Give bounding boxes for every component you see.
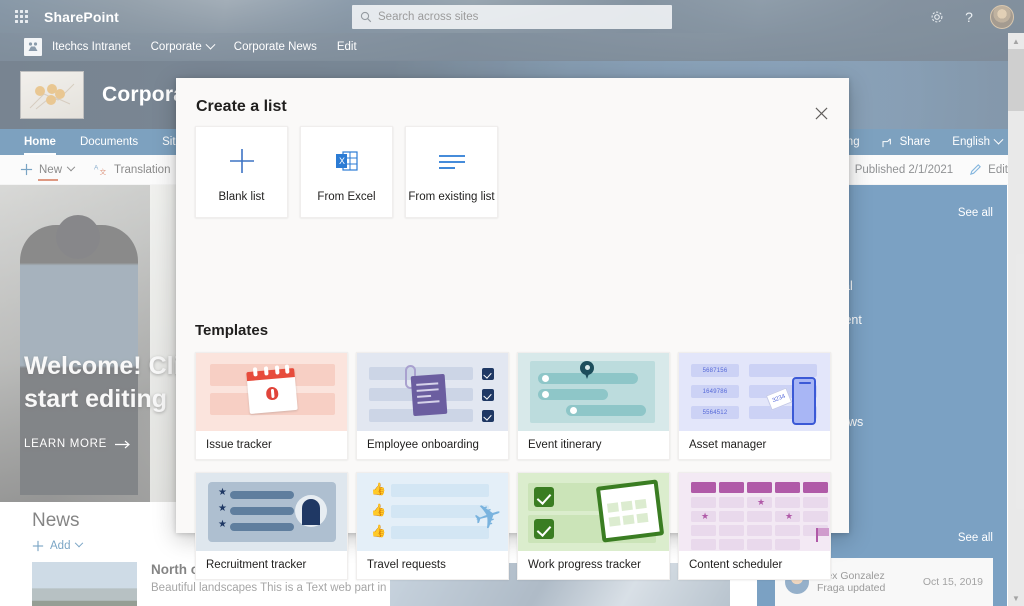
content-scheduler-art-icon: ★ ★ ★ xyxy=(679,473,830,551)
template-card-work-progress-tracker[interactable]: Work progress tracker xyxy=(517,472,670,580)
template-card-issue-tracker[interactable]: Issue tracker xyxy=(195,352,348,460)
template-label: Issue tracker xyxy=(206,439,272,451)
template-label: Asset manager xyxy=(689,439,767,451)
employee-onboarding-art-icon xyxy=(357,353,508,431)
excel-icon: X xyxy=(335,141,359,181)
thumbs-up-icon: 👍 xyxy=(371,524,386,538)
option-label: From existing list xyxy=(408,191,495,203)
svg-text:X: X xyxy=(339,156,345,166)
template-label: Work progress tracker xyxy=(528,559,641,571)
recruitment-tracker-art-icon: ★★★ xyxy=(196,473,347,551)
templates-heading: Templates xyxy=(195,322,269,339)
issue-tracker-art-icon xyxy=(196,353,347,431)
template-card-asset-manager[interactable]: 5687156 1649786 5564512 3234 Asset manag… xyxy=(678,352,831,460)
create-options-row: Blank list X From Excel From existing li… xyxy=(195,126,498,218)
templates-grid: Issue tracker Employee onboarding Event … xyxy=(195,352,831,580)
template-label: Travel requests xyxy=(367,559,446,571)
dialog-title: Create a list xyxy=(196,98,287,115)
template-card-content-scheduler[interactable]: ★ ★ ★ Content scheduler xyxy=(678,472,831,580)
thumbs-up-icon: 👍 xyxy=(371,503,386,517)
template-label: Employee onboarding xyxy=(367,439,479,451)
travel-requests-art-icon: 👍 👍 👍 ✈ xyxy=(357,473,508,551)
template-label: Event itinerary xyxy=(528,439,602,451)
from-existing-list-option[interactable]: From existing list xyxy=(405,126,498,218)
option-label: From Excel xyxy=(317,191,376,203)
asset-manager-art-icon: 5687156 1649786 5564512 3234 xyxy=(679,353,830,431)
template-card-travel-requests[interactable]: 👍 👍 👍 ✈ Travel requests xyxy=(356,472,509,580)
create-a-list-dialog: Create a list Blank list X From Excel Fr… xyxy=(176,78,849,580)
asset-number: 5564512 xyxy=(691,406,739,419)
event-itinerary-art-icon xyxy=(518,353,669,431)
blank-list-option[interactable]: Blank list xyxy=(195,126,288,218)
option-label: Blank list xyxy=(218,191,265,203)
template-label: Recruitment tracker xyxy=(206,559,307,571)
asset-number: 5687156 xyxy=(691,364,739,377)
template-label: Content scheduler xyxy=(689,559,783,571)
plus-icon xyxy=(228,141,256,181)
close-icon[interactable] xyxy=(807,99,835,127)
template-card-employee-onboarding[interactable]: Employee onboarding xyxy=(356,352,509,460)
list-lines-icon xyxy=(437,141,467,181)
from-excel-option[interactable]: X From Excel xyxy=(300,126,393,218)
asset-number: 1649786 xyxy=(691,385,739,398)
template-card-event-itinerary[interactable]: Event itinerary xyxy=(517,352,670,460)
template-card-recruitment-tracker[interactable]: ★★★ Recruitment tracker xyxy=(195,472,348,580)
work-progress-tracker-art-icon xyxy=(518,473,669,551)
thumbs-up-icon: 👍 xyxy=(371,482,386,496)
